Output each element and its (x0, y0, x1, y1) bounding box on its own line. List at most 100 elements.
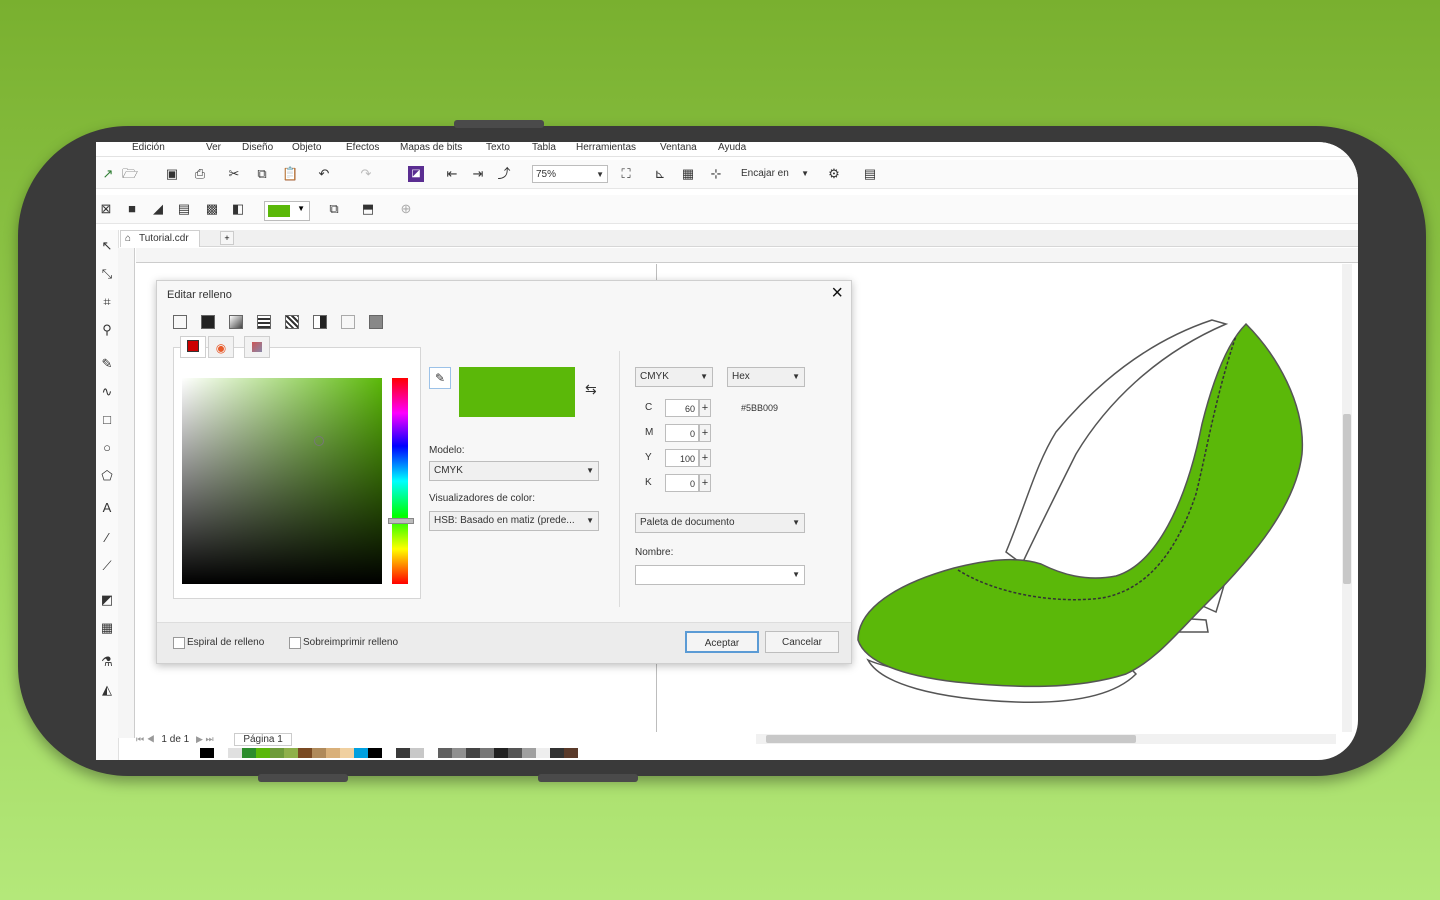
snap-to-select[interactable]: Encajar en ▼ (738, 165, 812, 183)
hue-slider[interactable] (392, 378, 408, 584)
drop-shadow-icon[interactable]: ◩ (99, 592, 115, 608)
hex-value[interactable]: #5BB009 (741, 403, 778, 413)
black-input[interactable]: 0 (665, 474, 699, 492)
palette-swatch[interactable] (354, 748, 368, 758)
palette-swatch[interactable] (228, 748, 242, 758)
palette-swatch[interactable] (340, 748, 354, 758)
accept-button[interactable]: Aceptar (685, 631, 759, 653)
tab-color-mixers[interactable]: ◉ (208, 336, 234, 358)
open-icon[interactable]: 🗁 (122, 166, 138, 182)
model-select[interactable]: CMYK ▼ (429, 461, 599, 481)
bitmap-pattern-icon[interactable] (285, 315, 299, 329)
eyedropper-tool-icon[interactable]: ⚗ (99, 654, 115, 670)
bitmap-pattern-fill-icon[interactable]: ▩ (204, 201, 220, 217)
texture-fill-icon[interactable] (341, 315, 355, 329)
new-document-icon[interactable]: ↗ (100, 166, 116, 182)
guidelines-icon[interactable]: ⊹ (708, 166, 724, 182)
tab-tutorial-cdr[interactable]: ⌂ Tutorial.cdr (120, 230, 200, 247)
zoom-level-select[interactable]: 75% ▼ (532, 165, 608, 183)
palette-swatch[interactable] (396, 748, 410, 758)
menu-item-ver[interactable]: Ver (206, 142, 221, 153)
swap-color-icon[interactable]: ⇆ (585, 381, 597, 398)
first-page-icon[interactable]: ⏮ ◀ (136, 734, 155, 744)
two-color-pattern-icon[interactable] (313, 315, 327, 329)
palette-swatch[interactable] (214, 748, 228, 758)
tab-color-palettes[interactable] (244, 336, 270, 358)
color-palette[interactable] (186, 748, 578, 758)
cut-icon[interactable]: ✂ (226, 166, 242, 182)
fountain-fill-icon[interactable] (229, 315, 243, 329)
text-tool-icon[interactable]: A (99, 500, 115, 516)
palette-swatch[interactable] (242, 748, 256, 758)
spiral-fill-checkbox[interactable] (173, 637, 185, 649)
edit-fill-icon[interactable]: ⬒ (360, 201, 376, 217)
magenta-stepper[interactable]: + (699, 424, 711, 442)
parallel-dimension-icon[interactable]: ⁄ (99, 530, 115, 546)
palette-swatch[interactable] (466, 748, 480, 758)
overprint-fill-checkbox[interactable] (289, 637, 301, 649)
color-model-select[interactable]: CMYK ▼ (635, 367, 713, 387)
palette-swatch[interactable] (452, 748, 466, 758)
palette-swatch[interactable] (200, 748, 214, 758)
next-page-icon[interactable]: ▶ ⏭ (196, 734, 214, 744)
magenta-input[interactable]: 0 (665, 424, 699, 442)
yellow-input[interactable]: 100 (665, 449, 699, 467)
palette-swatch[interactable] (186, 748, 200, 758)
two-color-fill-icon[interactable]: ◧ (230, 201, 246, 217)
palette-select[interactable]: Paleta de documento ▼ (635, 513, 805, 533)
cancel-button[interactable]: Cancelar (765, 631, 839, 653)
palette-swatch[interactable] (508, 748, 522, 758)
palette-swatch[interactable] (284, 748, 298, 758)
value-format-select[interactable]: Hex ▼ (727, 367, 805, 387)
polygon-tool-icon[interactable]: ⬠ (99, 468, 115, 484)
corel-connect-icon[interactable]: ◪ (408, 166, 424, 182)
import-icon[interactable]: ⇤ (444, 166, 460, 182)
fountain-fill-icon[interactable]: ◢ (150, 201, 166, 217)
tab-color-viewers[interactable] (180, 336, 206, 358)
vector-pattern-icon[interactable] (257, 315, 271, 329)
copy-icon[interactable]: ⧉ (254, 166, 270, 182)
no-fill-icon[interactable]: ⊠ (98, 201, 114, 217)
horizontal-scrollbar[interactable] (756, 734, 1336, 744)
palette-swatch[interactable] (494, 748, 508, 758)
menu-item-edicion[interactable]: Edición (132, 142, 165, 153)
palette-swatch[interactable] (564, 748, 578, 758)
page-tab[interactable]: Página 1 (234, 733, 292, 746)
redo-icon[interactable]: ↷ (358, 166, 374, 182)
paste-icon[interactable]: 📋 (282, 166, 298, 182)
palette-swatch[interactable] (550, 748, 564, 758)
uniform-fill-icon[interactable] (201, 315, 215, 329)
palette-swatch[interactable] (480, 748, 494, 758)
artistic-media-icon[interactable]: ∿ (99, 384, 115, 400)
add-tab-icon[interactable]: + (220, 231, 234, 245)
menu-item-objeto[interactable]: Objeto (292, 142, 321, 153)
freehand-tool-icon[interactable]: ✎ (99, 356, 115, 372)
rulers-icon[interactable]: ⊾ (652, 166, 668, 182)
menu-item-texto[interactable]: Texto (486, 142, 510, 153)
palette-swatch[interactable] (410, 748, 424, 758)
yellow-stepper[interactable]: + (699, 449, 711, 467)
hue-slider-handle[interactable] (388, 518, 414, 524)
palette-swatch[interactable] (382, 748, 396, 758)
shoe-body[interactable] (857, 322, 1304, 688)
palette-swatch[interactable] (270, 748, 284, 758)
add-preset-icon[interactable]: ⊕ (398, 201, 414, 217)
palette-swatch[interactable] (424, 748, 438, 758)
publish-icon[interactable]: ⤴ (496, 166, 512, 182)
palette-swatch[interactable] (256, 748, 270, 758)
ellipse-tool-icon[interactable]: ○ (99, 440, 115, 456)
interactive-fill-icon[interactable]: ◭ (99, 682, 115, 698)
color-selector-marker[interactable] (314, 436, 324, 446)
color-viewer-select[interactable]: HSB: Basado en matiz (prede... ▼ (429, 511, 599, 531)
copy-fill-icon[interactable]: ⧉ (326, 201, 342, 217)
full-screen-icon[interactable]: ⛶ (618, 166, 634, 182)
palette-swatch[interactable] (312, 748, 326, 758)
black-stepper[interactable]: + (699, 474, 711, 492)
cyan-stepper[interactable]: + (699, 399, 711, 417)
print-icon[interactable]: ⎙ (192, 166, 208, 182)
uniform-fill-icon[interactable]: ■ (124, 201, 140, 217)
export-icon[interactable]: ⇥ (470, 166, 486, 182)
name-select[interactable]: ▼ (635, 565, 805, 585)
fill-color-picker[interactable]: ▼ (264, 201, 310, 221)
menu-item-ayuda[interactable]: Ayuda (718, 142, 746, 153)
